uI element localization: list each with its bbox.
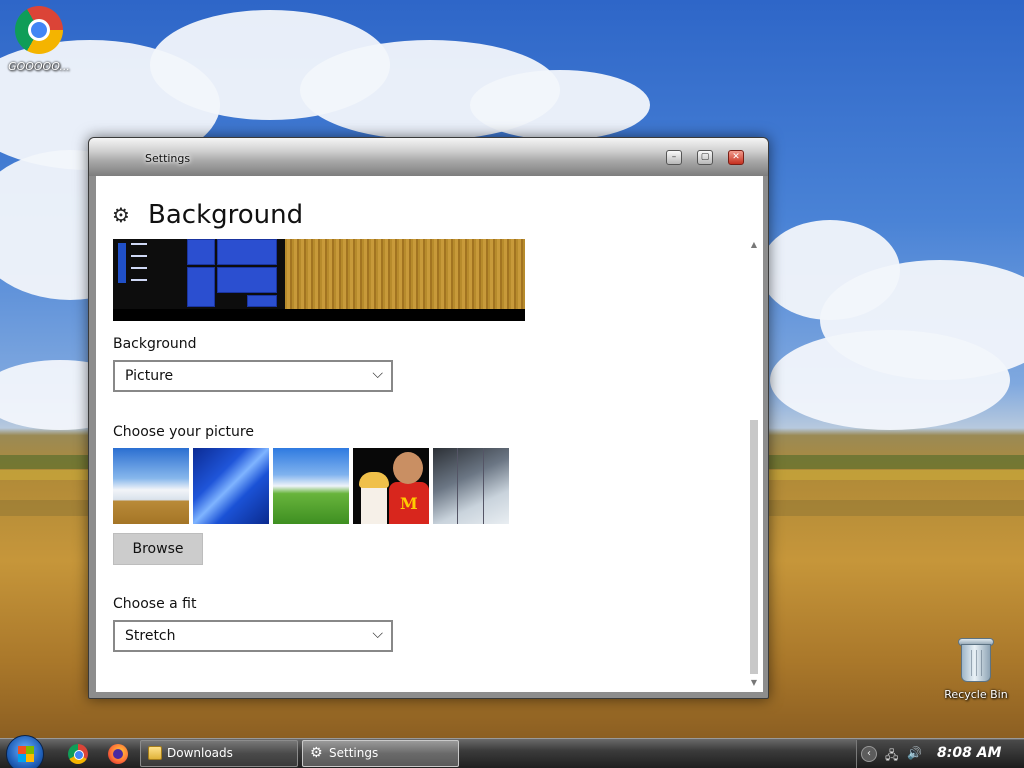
network-icon[interactable]: 🖧 [885,746,898,767]
choose-picture-label: Choose your picture [113,424,254,440]
window-title: Settings [145,152,191,165]
page-header: ⚙ Background [112,200,303,230]
chevron-down-icon: ⌵ [372,626,383,642]
taskbar-item-settings[interactable]: ⚙ Settings [302,740,459,767]
picture-thumbnails: M [113,448,509,524]
settings-content: ⚙ Background Background Picture ⌵ Choose… [96,176,763,692]
minimize-button[interactable]: – [666,150,682,165]
desktop-icon-label: GOOOOO... [8,60,70,73]
folder-icon [148,746,162,760]
maximize-icon: ▢ [700,152,710,162]
page-title: Background [148,200,304,230]
picture-thumbnail-cartoon[interactable]: M [353,448,429,524]
picture-thumbnail-blue-light[interactable] [193,448,269,524]
firefox-icon[interactable] [108,744,128,764]
gear-icon: ⚙ [310,745,323,761]
taskbar-item-downloads[interactable]: Downloads [140,740,298,767]
start-button[interactable] [6,735,44,768]
title-bar[interactable]: Settings – ▢ ✕ [89,138,768,176]
chrome-icon[interactable] [68,744,88,764]
taskbar: Downloads ⚙ Settings ‹ 🖧 🔊 8:08 AM [0,735,1024,768]
gear-icon: ⚙ [112,203,130,227]
close-icon: ✕ [732,152,740,162]
fit-dropdown[interactable]: Stretch ⌵ [113,620,393,652]
maximize-button[interactable]: ▢ [697,150,713,165]
background-dropdown-value: Picture [125,368,174,384]
taskbar-item-label: Downloads [167,746,233,760]
scrollbar-thumb[interactable] [750,420,758,674]
choose-fit-label: Choose a fit [113,596,197,612]
picture-thumbnail-glass-building[interactable] [433,448,509,524]
minimize-icon: – [671,152,677,162]
clock[interactable]: 8:08 AM [937,745,1001,761]
picture-thumbnail-bliss-hill[interactable] [273,448,349,524]
close-button[interactable]: ✕ [728,150,744,165]
scroll-down-icon[interactable]: ▼ [748,678,760,687]
desktop-icon-recycle-bin[interactable]: Recycle Bin [938,636,1014,701]
chrome-icon [15,6,63,54]
background-dropdown[interactable]: Picture ⌵ [113,360,393,392]
taskbar-item-label: Settings [329,746,379,760]
picture-thumbnail-field-clouds[interactable] [113,448,189,524]
desktop-icon-label: Recycle Bin [944,688,1008,701]
desktop-preview [113,239,525,321]
desktop-icon-chrome[interactable]: GOOOOO... [4,6,74,73]
fit-dropdown-value: Stretch [125,628,176,644]
vertical-scrollbar[interactable]: ▲ ▼ [748,240,760,690]
tray-expand-icon[interactable]: ‹ [861,746,877,762]
settings-window: Settings – ▢ ✕ ⚙ Background Background P… [88,137,769,699]
recycle-bin-icon [958,636,994,682]
browse-button[interactable]: Browse [113,533,203,565]
chevron-down-icon: ⌵ [372,366,383,382]
volume-icon[interactable]: 🔊 [907,746,922,760]
system-tray: ‹ 🖧 🔊 8:08 AM [856,740,1024,768]
scroll-up-icon[interactable]: ▲ [748,240,760,249]
background-label: Background [113,336,197,352]
